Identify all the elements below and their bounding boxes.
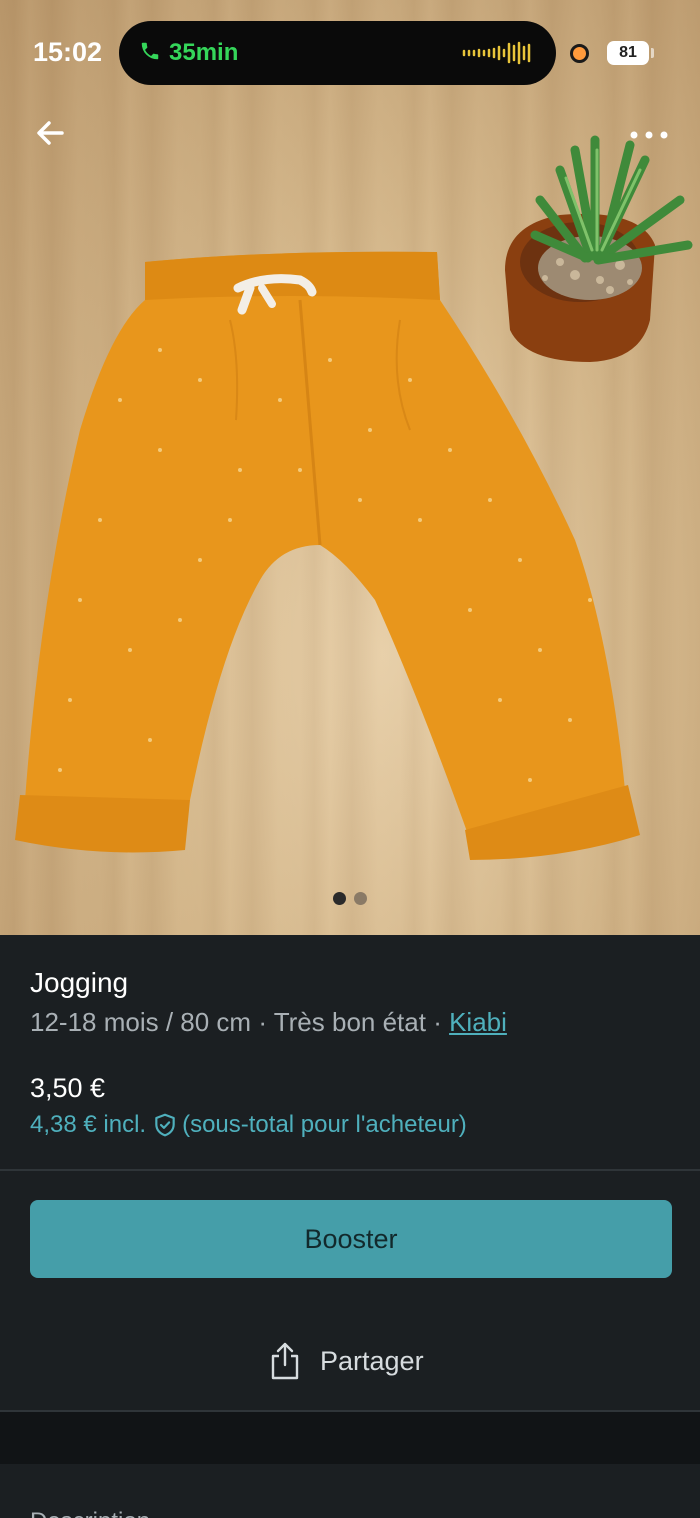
audio-waveform-icon <box>462 41 531 65</box>
booster-button[interactable]: Booster <box>30 1200 672 1278</box>
meta-separator: · <box>251 1007 274 1037</box>
item-meta: 12-18 mois / 80 cm · Très bon état · Kia… <box>30 1007 507 1038</box>
price-incl-amount: 4,38 € incl. <box>30 1111 147 1138</box>
section-gap <box>0 1412 700 1464</box>
dynamic-island[interactable]: 35min <box>119 21 556 85</box>
status-time: 15:02 <box>33 37 103 67</box>
photo-illustration <box>15 135 693 860</box>
description-section: Description <box>0 1464 700 1518</box>
carousel-indicator[interactable] <box>333 892 367 905</box>
call-duration: 35min <box>169 39 239 66</box>
plant-pot <box>505 135 693 362</box>
arrow-left-icon <box>37 121 64 145</box>
battery-indicator: 81 <box>607 41 649 65</box>
item-price: 3,50 € <box>30 1073 106 1103</box>
phone-icon <box>139 39 161 68</box>
meta-separator: · <box>425 1007 450 1037</box>
share-icon <box>271 1342 299 1380</box>
buyer-protection-price[interactable]: 4,38 € incl. (sous-total pour l'acheteur… <box>30 1111 467 1139</box>
carousel-dot-2[interactable] <box>354 892 367 905</box>
shield-check-icon <box>155 1113 175 1137</box>
more-options-button[interactable] <box>624 118 674 152</box>
share-label: Partager <box>320 1345 424 1376</box>
section-divider <box>0 1169 700 1171</box>
share-button[interactable]: Partager <box>268 1337 424 1385</box>
back-button[interactable] <box>30 112 74 156</box>
item-title: Jogging <box>30 967 129 998</box>
item-condition: Très bon état <box>273 1007 426 1037</box>
item-size: 12-18 mois / 80 cm <box>30 1007 252 1037</box>
brand-link[interactable]: Kiabi <box>449 1007 507 1037</box>
item-info: Jogging 12-18 mois / 80 cm · Très bon ét… <box>0 935 700 1170</box>
more-horizontal-icon <box>630 131 668 139</box>
carousel-dot-1[interactable] <box>333 892 346 905</box>
battery-tip <box>651 48 654 58</box>
privacy-indicator <box>570 44 589 63</box>
price-incl-note: (sous-total pour l'acheteur) <box>182 1111 467 1138</box>
description-label: Description <box>30 1508 150 1518</box>
product-photo[interactable] <box>0 0 700 935</box>
